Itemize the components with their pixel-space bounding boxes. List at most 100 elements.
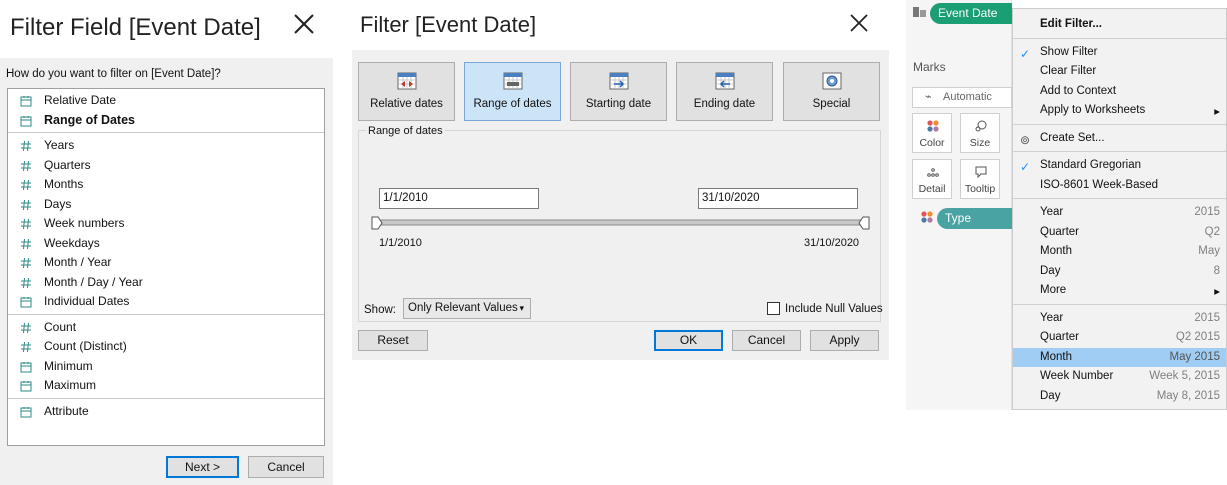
event-date-filter-pill[interactable]: Event Date <box>930 3 1012 24</box>
menu-item[interactable]: ✓ Show Filter <box>1013 43 1226 62</box>
filter-type-item[interactable]: Minimum <box>8 357 324 376</box>
cancel-button[interactable]: Cancel <box>248 456 324 478</box>
date-range-slider[interactable] <box>371 216 871 230</box>
tab-starting-date[interactable]: Starting date <box>570 62 667 121</box>
type-pill[interactable]: Type <box>937 208 1012 229</box>
close-icon[interactable] <box>290 10 318 38</box>
close-icon[interactable] <box>846 10 872 36</box>
edit-filter-item[interactable]: Edit Filter... <box>1013 15 1226 34</box>
calendar-end-icon <box>715 72 735 90</box>
menu-item-label: Month <box>1040 350 1072 363</box>
menu-item-label: Add to Context <box>1040 84 1117 97</box>
filter-type-item[interactable]: Maximum <box>8 376 324 395</box>
menu-item[interactable]: Year 2015 <box>1013 309 1226 328</box>
tab-ending-date[interactable]: Ending date <box>676 62 773 121</box>
menu-item[interactable]: Month May <box>1013 242 1226 261</box>
filter-type-item[interactable]: Month / Year <box>8 253 324 272</box>
reset-button[interactable]: Reset <box>358 330 428 351</box>
end-date-input[interactable]: 31/10/2020 <box>698 188 858 209</box>
filter-type-item[interactable]: Relative Date <box>8 91 324 110</box>
filter-type-item[interactable]: Week numbers <box>8 214 324 233</box>
filter-type-item[interactable]: Attribute <box>8 402 324 421</box>
dialog-title: Filter [Event Date] <box>360 12 537 37</box>
tab-special[interactable]: Special <box>783 62 880 121</box>
hash-icon <box>20 198 32 210</box>
menu-item[interactable]: Quarter Q2 <box>1013 223 1226 242</box>
filter-type-list: Relative Date Range of Dates Years Quarters… <box>7 88 325 446</box>
filter-question: How do you want to filter on [Event Date… <box>6 68 221 80</box>
menu-item[interactable]: Clear Filter <box>1013 62 1226 81</box>
detail-icon <box>927 168 939 177</box>
filter-type-item[interactable]: Individual Dates <box>8 292 324 311</box>
mark-card-label: Size <box>969 137 991 149</box>
filter-type-item[interactable]: Count <box>8 318 324 337</box>
menu-item-value: Week 5, 2015 <box>1149 370 1220 382</box>
menu-item-value: May 8, 2015 <box>1156 389 1220 402</box>
size-mark-card[interactable]: Size <box>960 113 1000 153</box>
mark-type-select[interactable]: ⌁ Automatic <box>912 87 1012 108</box>
tooltip-mark-card[interactable]: Tooltip <box>960 159 1000 199</box>
menu-item[interactable]: More ▸ <box>1013 281 1226 300</box>
next-button[interactable]: Next > <box>166 456 239 478</box>
filter-type-item[interactable]: Days <box>8 195 324 214</box>
list-separator <box>8 313 324 315</box>
slider-min-handle[interactable] <box>371 216 383 230</box>
menu-item[interactable]: Day 8 <box>1013 262 1226 281</box>
show-label: Show: <box>364 304 396 316</box>
menu-item[interactable]: Add to Context <box>1013 82 1226 101</box>
create-set-item[interactable]: ⊚ Create Set... <box>1013 129 1226 148</box>
tab-range-of-dates[interactable]: Range of dates <box>464 62 561 121</box>
color-mark-card[interactable]: Color <box>912 113 952 153</box>
filter-type-item[interactable]: Count (Distinct) <box>8 337 324 356</box>
ok-button[interactable]: OK <box>654 330 723 351</box>
filter-type-label: Month / Year <box>44 255 112 269</box>
slider-max-handle[interactable] <box>858 216 870 230</box>
range-group-label: Range of dates <box>366 125 445 137</box>
tab-relative-dates[interactable]: Relative dates <box>358 62 455 121</box>
menu-item[interactable]: Year 2015 <box>1013 203 1226 222</box>
menu-item-label: Year <box>1040 311 1064 324</box>
slider-min-label: 1/1/2010 <box>379 237 422 249</box>
filter-type-label: Month / Day / Year <box>44 274 143 289</box>
filter-event-date-dialog: Filter [Event Date] Relative dates Range … <box>352 0 889 360</box>
marks-title: Marks <box>913 60 946 74</box>
menu-item-label: Quarter <box>1040 225 1079 238</box>
hash-icon <box>20 139 32 152</box>
calendar-icon <box>20 114 32 126</box>
submenu-arrow-icon: ▸ <box>1214 106 1220 118</box>
calendar-range-icon <box>503 72 523 90</box>
show-values-select[interactable]: Only Relevant Values ▾ <box>403 298 531 319</box>
mark-type-value: Automatic <box>943 91 992 103</box>
menu-item-value: 2015 <box>1194 206 1220 218</box>
start-date-input[interactable]: 1/1/2010 <box>379 188 539 209</box>
filter-type-item[interactable]: Months <box>8 175 324 194</box>
menu-item[interactable]: ✓ Standard Gregorian <box>1013 156 1226 175</box>
menu-item[interactable]: Week Number Week 5, 2015 <box>1013 367 1226 386</box>
menu-item-value: 8 <box>1213 264 1220 277</box>
menu-item[interactable]: Month May 2015 <box>1013 347 1226 367</box>
filter-type-item[interactable]: Range of Dates <box>8 111 324 130</box>
menu-separator <box>1013 303 1226 305</box>
filter-type-label: Relative Date <box>44 93 117 107</box>
shelves-pane: Event Date Marks ⌁ Automatic Color Size <box>906 0 1012 410</box>
filter-type-label: Maximum <box>44 378 97 392</box>
filter-type-item[interactable]: Weekdays <box>8 234 324 253</box>
menu-item[interactable]: ISO-8601 Week-Based <box>1013 176 1226 195</box>
mark-card-label: Color <box>919 137 945 149</box>
cancel-button[interactable]: Cancel <box>732 330 801 351</box>
menu-item[interactable]: Apply to Worksheets ▸ <box>1013 101 1226 120</box>
apply-button[interactable]: Apply <box>810 330 879 351</box>
filter-type-item[interactable]: Quarters <box>8 156 324 175</box>
detail-mark-card[interactable]: Detail <box>912 159 952 199</box>
checkmark-icon: ✓ <box>1020 46 1031 61</box>
filter-type-item[interactable]: Years <box>8 136 324 155</box>
dialog-body: How do you want to filter on [Event Date… <box>0 58 333 485</box>
line-icon: ⌁ <box>925 91 932 103</box>
menu-item[interactable]: Day May 8, 2015 <box>1013 387 1226 406</box>
calendar-arrows-icon <box>397 72 417 90</box>
menu-item[interactable]: Quarter Q2 2015 <box>1013 328 1226 347</box>
calendar-start-icon <box>609 72 629 90</box>
filter-type-item[interactable]: Month / Day / Year <box>8 273 324 292</box>
include-null-checkbox[interactable] <box>767 302 780 315</box>
type-pill-label: Type <box>945 211 972 225</box>
